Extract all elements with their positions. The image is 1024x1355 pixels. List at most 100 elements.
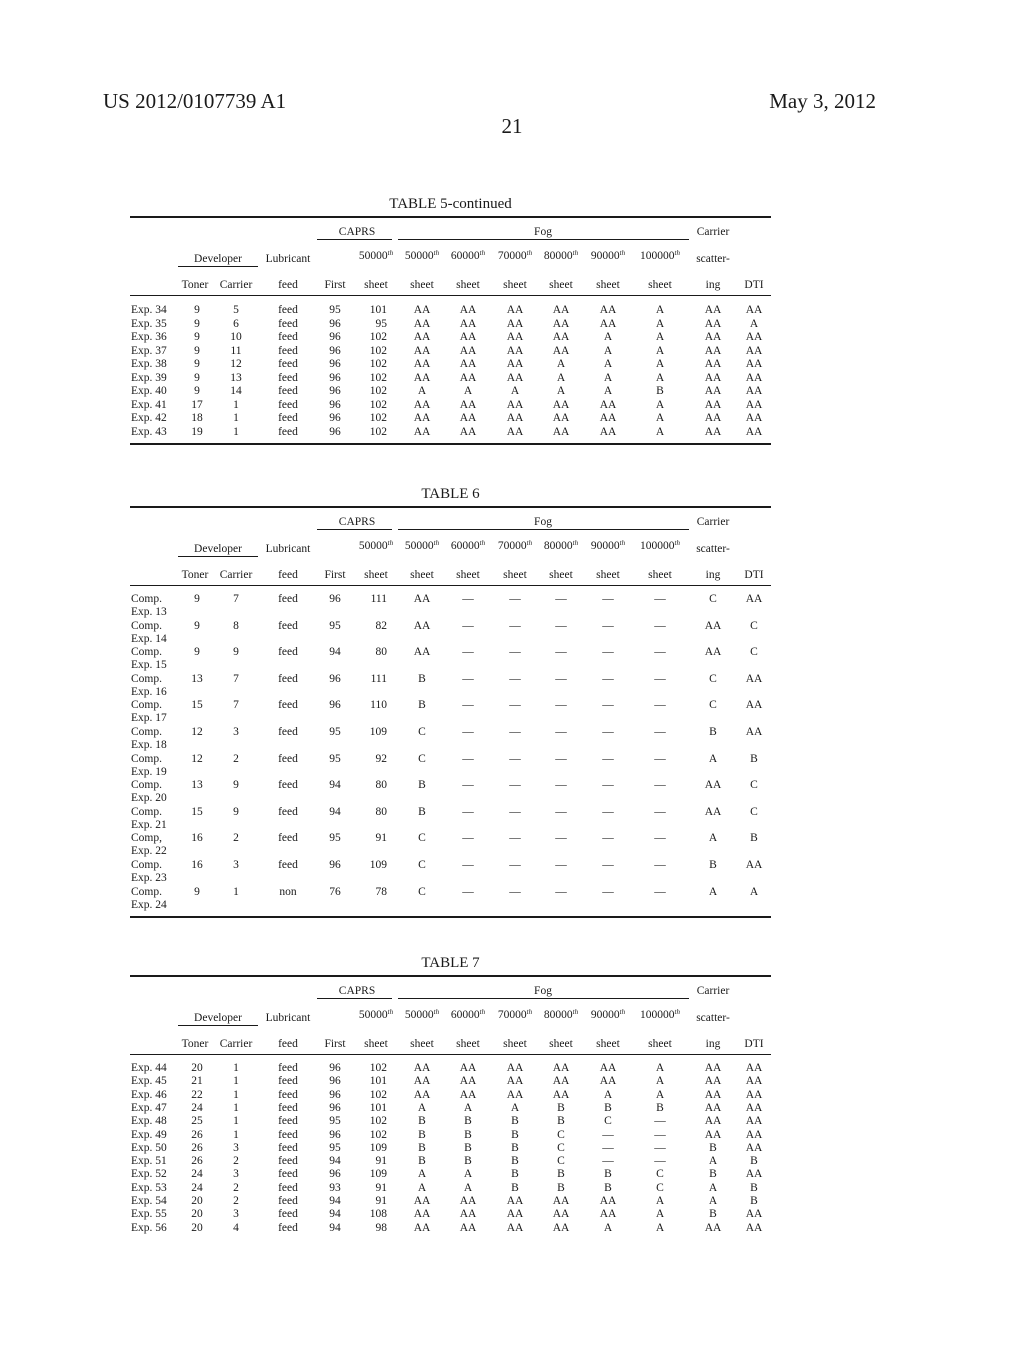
cell-toner: 9 <box>194 331 200 343</box>
cell-caprs-50000: 101 <box>369 1101 387 1114</box>
cell-fog: A <box>463 1101 473 1114</box>
cell-fog: — <box>462 885 474 898</box>
cell-fog: AA <box>552 1062 570 1074</box>
cell-caprs-50000: 98 <box>375 1221 388 1234</box>
cell-fog: C <box>418 859 426 871</box>
header-fog-70000th: 70000th <box>498 540 532 553</box>
cell-carrier: 1 <box>233 1115 239 1128</box>
cell-fog: B <box>557 1181 565 1194</box>
header-developer: Developer <box>194 1012 242 1024</box>
cell-lubricant: feed <box>278 1115 298 1128</box>
header-fog-60000th-value: 60000 <box>450 540 480 552</box>
header-fog-50000th: 50000th <box>405 540 439 553</box>
cell-fog: — <box>654 646 666 659</box>
cell-dti: AA <box>745 371 763 384</box>
cell-fog: — <box>555 593 567 605</box>
cell-dti: AA <box>745 1062 763 1074</box>
cell-fog: B <box>656 1101 664 1114</box>
cell-toner: 22 <box>191 1088 203 1101</box>
cell-fog: — <box>555 646 567 659</box>
header-fog-sheet: sheet <box>648 569 672 581</box>
ordinal-suffix: th <box>619 539 626 547</box>
cell-fog: B <box>418 1141 426 1154</box>
header-fog-90000th: 90000th <box>591 250 625 263</box>
cell-carrier-scattering: AA <box>704 358 722 370</box>
cell-toner: 9 <box>194 304 200 316</box>
ordinal-suffix: th <box>433 249 440 257</box>
cell-fog: C <box>656 1181 664 1194</box>
header-scattering-1: scatter- <box>696 253 730 265</box>
cell-fog: AA <box>459 1075 477 1088</box>
cell-dti: C <box>750 805 758 818</box>
row-label: Exp. 39 <box>131 371 167 384</box>
row-label: Exp. 45 <box>131 1075 167 1088</box>
row-label: Comp. <box>131 619 162 632</box>
cell-toner: 16 <box>191 859 203 871</box>
cell-toner: 20 <box>191 1221 203 1234</box>
cell-carrier-scattering: AA <box>704 779 722 792</box>
cell-fog: B <box>656 385 664 397</box>
cell-first: 96 <box>329 672 341 685</box>
row-label: Exp. 54 <box>131 1195 167 1207</box>
cell-fog: B <box>418 1128 426 1141</box>
cell-fog: AA <box>506 1075 524 1088</box>
header-caprs: CAPRS <box>338 985 376 997</box>
cell-carrier: 12 <box>230 358 242 370</box>
cell-fog: B <box>418 1115 426 1128</box>
row-label: Exp. 20 <box>131 792 167 805</box>
cell-dti: AA <box>745 726 763 738</box>
cell-first: 95 <box>329 1141 341 1154</box>
cell-dti: B <box>750 752 758 765</box>
table-bottom-rule <box>130 442 771 445</box>
cell-fog: — <box>462 832 474 845</box>
header-fog-sheet: sheet <box>410 279 434 291</box>
table-title: TABLE 6 <box>421 486 480 502</box>
cell-fog: — <box>509 672 521 685</box>
cell-toner: 15 <box>191 699 203 712</box>
cell-fog: AA <box>552 425 570 438</box>
header-fog-80000th: 80000th <box>544 250 578 263</box>
cell-caprs-50000: 102 <box>369 1128 387 1141</box>
cell-dti: AA <box>745 398 763 411</box>
cell-caprs-50000: 102 <box>369 1062 387 1074</box>
cell-dti: AA <box>745 1128 763 1141</box>
cell-caprs-50000: 102 <box>369 371 387 384</box>
cell-toner: 13 <box>191 672 203 685</box>
header-first: First <box>324 1038 346 1050</box>
row-label: Exp. 40 <box>131 385 167 397</box>
ordinal-suffix: th <box>433 1008 440 1016</box>
header-fog-60000th-value: 60000 <box>450 250 480 262</box>
header-fog-80000th-value: 80000 <box>543 1009 573 1021</box>
cell-carrier: 3 <box>233 726 239 738</box>
cell-carrier: 9 <box>233 805 239 818</box>
cell-lubricant: feed <box>278 699 298 712</box>
cell-carrier: 10 <box>230 331 242 343</box>
cell-caprs-50000: 102 <box>369 412 387 424</box>
cell-dti: AA <box>745 1088 763 1101</box>
cell-fog: — <box>654 1141 666 1154</box>
header-fog-100000th-value: 100000 <box>640 1009 675 1021</box>
cell-carrier: 4 <box>233 1221 239 1234</box>
cell-carrier-scattering: B <box>709 1168 717 1181</box>
header-developer: Developer <box>194 543 242 555</box>
cell-fog: AA <box>552 412 570 424</box>
header-dti: DTI <box>744 1038 764 1050</box>
cell-fog: A <box>655 1075 665 1088</box>
cell-lubricant: feed <box>278 331 298 343</box>
header-fog: Fog <box>534 516 552 528</box>
cell-carrier: 6 <box>233 317 239 330</box>
cell-fog: A <box>655 358 665 370</box>
header-developer: Developer <box>194 253 242 265</box>
cell-fog: — <box>555 885 567 898</box>
header-fog-70000th-value: 70000 <box>497 250 527 262</box>
cell-fog: B <box>511 1168 519 1181</box>
cell-fog: — <box>555 832 567 845</box>
cell-lubricant: feed <box>278 1181 298 1194</box>
cell-carrier-scattering: A <box>708 832 718 845</box>
cell-toner: 26 <box>191 1128 203 1141</box>
cell-fog: AA <box>552 317 570 330</box>
cell-carrier: 1 <box>233 1075 239 1088</box>
cell-carrier: 1 <box>233 1128 239 1141</box>
cell-fog: AA <box>599 304 617 316</box>
cell-lubricant: feed <box>278 1075 298 1088</box>
